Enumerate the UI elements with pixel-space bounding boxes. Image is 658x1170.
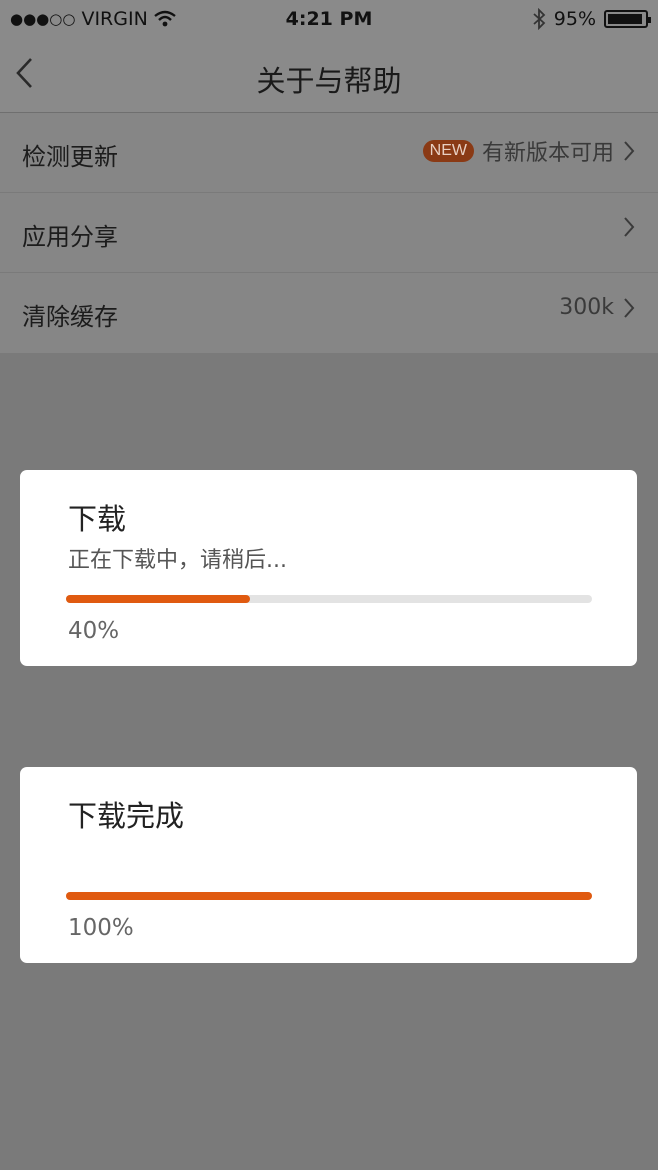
dialog-message: 正在下载中，请稍后... xyxy=(68,548,287,573)
settings-item-label: 清除缓存 xyxy=(22,303,118,331)
settings-item-value: 300k xyxy=(559,295,614,320)
progress-percent: 100% xyxy=(68,915,134,941)
settings-item-check-update[interactable]: 检测更新 NEW 有新版本可用 xyxy=(0,113,658,193)
settings-item-label: 应用分享 xyxy=(22,223,118,251)
settings-item-value: 有新版本可用 xyxy=(481,141,614,166)
chevron-right-icon xyxy=(624,217,635,237)
navigation-bar: 关于与帮助 xyxy=(0,40,658,113)
progress-fill xyxy=(66,892,592,900)
progress-bar xyxy=(66,892,592,900)
download-dialog: 下载 正在下载中，请稍后... 40% xyxy=(20,470,637,666)
progress-percent: 40% xyxy=(68,618,120,644)
page-title: 关于与帮助 xyxy=(256,64,402,98)
settings-list: 检测更新 NEW 有新版本可用 应用分享 清除缓存 300k xyxy=(0,113,658,353)
settings-item-clear-cache[interactable]: 清除缓存 300k xyxy=(0,273,658,353)
settings-item-detail xyxy=(622,215,636,239)
new-badge: NEW xyxy=(422,140,474,162)
progress-fill xyxy=(66,595,251,603)
status-bar: ●●●○○ VIRGIN 4:21 PM 95% xyxy=(0,0,658,40)
progress-bar xyxy=(66,595,592,603)
settings-item-label: 检测更新 xyxy=(22,143,118,171)
dialog-title: 下载 xyxy=(68,502,127,536)
chevron-right-icon xyxy=(624,141,635,161)
status-right: 95% xyxy=(532,8,651,30)
settings-item-detail: 300k xyxy=(559,295,636,320)
battery-percent: 95% xyxy=(553,8,596,30)
bluetooth-icon xyxy=(533,8,546,30)
battery-icon xyxy=(604,10,651,28)
chevron-right-icon xyxy=(624,297,635,318)
download-complete-dialog: 下载完成 100% xyxy=(20,767,637,963)
settings-item-share-app[interactable]: 应用分享 xyxy=(0,193,658,273)
settings-item-detail: NEW 有新版本可用 xyxy=(422,135,636,167)
battery-fill xyxy=(608,14,642,24)
dialog-title: 下载完成 xyxy=(68,799,185,833)
